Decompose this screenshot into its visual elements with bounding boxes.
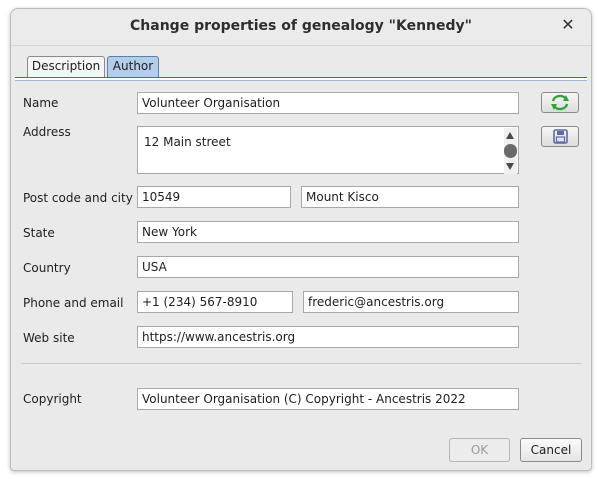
title-bar: Change properties of genealogy "Kennedy"…	[11, 9, 591, 46]
scroll-thumb[interactable]	[504, 144, 517, 158]
tab-author[interactable]: Author	[107, 56, 159, 77]
postcode-city-label: Post code and city	[23, 191, 133, 205]
address-label: Address	[23, 125, 71, 139]
save-floppy-icon	[553, 129, 568, 144]
city-field[interactable]: Mount Kisco	[301, 186, 519, 208]
tab-divider	[15, 77, 587, 81]
properties-dialog: Change properties of genealogy "Kennedy"…	[10, 8, 592, 471]
website-field[interactable]: https://www.ancestris.org	[137, 326, 519, 348]
postcode-field[interactable]: 10549	[137, 186, 291, 208]
section-divider	[21, 363, 581, 364]
tab-description[interactable]: Description	[27, 56, 105, 77]
address-scrollbar[interactable]	[504, 128, 517, 174]
website-label: Web site	[23, 331, 75, 345]
country-field[interactable]: USA	[137, 256, 519, 278]
name-label: Name	[23, 96, 59, 110]
phone-field[interactable]: +1 (234) 567-8910	[137, 291, 293, 313]
state-label: State	[23, 226, 55, 240]
copyright-field[interactable]: Volunteer Organisation (C) Copyright - A…	[137, 388, 519, 410]
copyright-label: Copyright	[23, 392, 82, 406]
dialog-title: Change properties of genealogy "Kennedy"	[130, 18, 472, 34]
scroll-down-icon[interactable]	[506, 163, 514, 170]
phone-email-label: Phone and email	[23, 296, 124, 310]
country-label: Country	[23, 261, 71, 275]
close-icon[interactable]: ✕	[559, 16, 577, 34]
name-field[interactable]: Volunteer Organisation	[137, 92, 519, 114]
state-field[interactable]: New York	[137, 221, 519, 243]
email-field[interactable]: frederic@ancestris.org	[303, 291, 519, 313]
address-text: 12 Main street	[144, 135, 231, 149]
refresh-button[interactable]	[541, 92, 579, 113]
cancel-button[interactable]: Cancel	[520, 438, 582, 462]
scroll-up-icon[interactable]	[506, 132, 514, 139]
save-button[interactable]	[541, 126, 579, 147]
refresh-icon	[551, 94, 569, 111]
ok-button[interactable]: OK	[449, 438, 510, 462]
address-textarea[interactable]: 12 Main street	[137, 126, 519, 174]
